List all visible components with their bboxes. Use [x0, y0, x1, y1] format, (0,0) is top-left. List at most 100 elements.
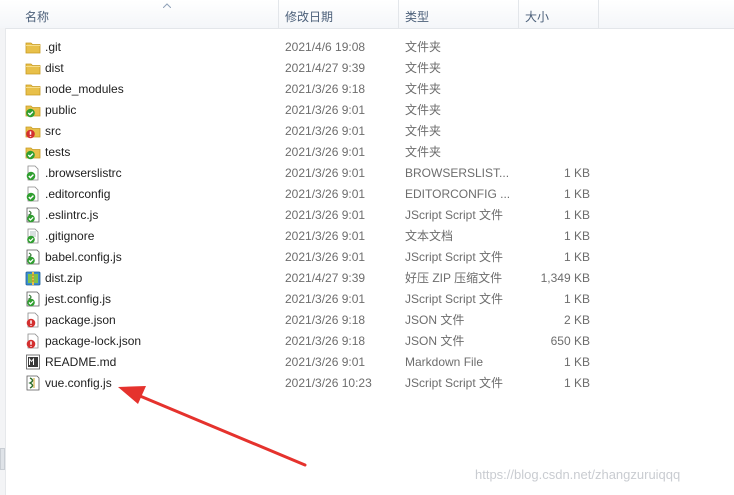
- file-size: 1 KB: [563, 355, 590, 369]
- file-row[interactable]: vue.config.js 2021/3/26 10:23 JScript Scri…: [22, 373, 612, 394]
- file-type: EDITORCONFIG ...: [405, 187, 511, 201]
- column-header-type-label: 类型: [405, 10, 430, 24]
- script-file-sync-ok-icon: [26, 207, 40, 223]
- file-name: src: [45, 124, 61, 138]
- text-file-sync-ok-icon: [27, 228, 39, 244]
- file-name: package-lock.json: [45, 334, 142, 348]
- file-row[interactable]: node_modules 2021/3/26 9:18 文件夹: [22, 79, 612, 100]
- column-header-bar: 名称 修改日期 类型 大小: [0, 0, 734, 29]
- file-type: Markdown File: [405, 355, 484, 369]
- column-header-date-label: 修改日期: [285, 10, 334, 24]
- column-header-size-label: 大小: [525, 10, 550, 24]
- script-file-sync-ok-icon: [26, 291, 40, 307]
- file-modified-date: 2021/3/26 10:23: [285, 376, 372, 390]
- file-row[interactable]: .editorconfig 2021/3/26 9:01 EDITORCONFIG …: [22, 184, 612, 205]
- file-row[interactable]: public 2021/3/26 9:01 文件夹: [22, 100, 612, 121]
- file-size: 1 KB: [563, 208, 590, 222]
- file-row[interactable]: package.json 2021/3/26 9:18 JSON 文件 2 KB: [22, 310, 612, 331]
- file-name: babel.config.js: [45, 250, 122, 264]
- file-row[interactable]: jest.config.js 2021/3/26 9:01 JScript Scri…: [22, 289, 612, 310]
- watermark-text: https://blog.csdn.net/zhangzuruiqqq: [475, 467, 681, 482]
- file-modified-date: 2021/3/26 9:18: [285, 334, 366, 348]
- folder-sync-modified-icon: [25, 126, 41, 139]
- zip-archive-icon: [25, 271, 41, 286]
- folder-icon: [25, 63, 41, 75]
- file-size: 1 KB: [563, 292, 590, 306]
- file-name: node_modules: [45, 82, 124, 96]
- file-row[interactable]: README.md 2021/3/26 9:01 Markdown File 1 KB: [22, 352, 612, 373]
- file-type: JScript Script 文件: [405, 250, 504, 264]
- file-name: dist: [45, 61, 64, 75]
- file-modified-date: 2021/3/26 9:01: [285, 355, 366, 369]
- file-size: 1 KB: [563, 229, 590, 243]
- annotation-arrow-shaft: [138, 394, 307, 467]
- file-size: 1 KB: [563, 376, 590, 390]
- file-name: .eslintrc.js: [45, 208, 99, 222]
- file-name: jest.config.js: [45, 292, 112, 306]
- folder-icon: [25, 42, 41, 54]
- file-sync-ok-icon: [26, 165, 39, 181]
- column-header-name[interactable]: 名称: [19, 0, 279, 28]
- file-row[interactable]: package-lock.json 2021/3/26 9:18 JSON 文件 65…: [22, 331, 612, 352]
- folder-sync-ok-icon: [25, 147, 41, 160]
- file-type: JSON 文件: [405, 334, 465, 348]
- file-row[interactable]: .browserslistrc 2021/3/26 9:01 BROWSERSLIS…: [22, 163, 612, 184]
- column-header-type[interactable]: 类型: [399, 0, 519, 28]
- file-modified-date: 2021/3/26 9:01: [285, 187, 366, 201]
- file-modified-date: 2021/3/26 9:01: [285, 124, 366, 138]
- file-name: README.md: [45, 355, 117, 369]
- file-modified-date: 2021/3/26 9:01: [285, 250, 366, 264]
- file-name: .browserslistrc: [45, 166, 122, 180]
- file-type: 文件夹: [405, 40, 442, 54]
- file-sync-modified-icon: [26, 333, 39, 349]
- file-row[interactable]: .git 2021/4/6 19:08 文件夹: [22, 37, 612, 58]
- file-row[interactable]: src 2021/3/26 9:01 文件夹: [22, 121, 612, 142]
- file-modified-date: 2021/3/26 9:18: [285, 82, 366, 96]
- file-modified-date: 2021/4/27 9:39: [285, 271, 366, 285]
- file-modified-date: 2021/4/6 19:08: [285, 40, 366, 54]
- file-sync-modified-icon: [26, 312, 39, 328]
- file-name: vue.config.js: [45, 376, 112, 390]
- file-modified-date: 2021/3/26 9:01: [285, 208, 366, 222]
- file-type: 文件夹: [405, 124, 442, 138]
- file-row[interactable]: babel.config.js 2021/3/26 9:01 JScript Scr…: [22, 247, 612, 268]
- script-file-sync-ok-icon: [26, 249, 40, 265]
- file-type: JScript Script 文件: [405, 292, 504, 306]
- file-size: 650 KB: [550, 334, 590, 348]
- file-name: dist.zip: [45, 271, 83, 285]
- file-name: .editorconfig: [45, 187, 111, 201]
- file-modified-date: 2021/3/26 9:01: [285, 103, 366, 117]
- file-type: 文本文档: [405, 229, 454, 243]
- sort-ascending-icon: [163, 3, 171, 8]
- column-header-size[interactable]: 大小: [519, 0, 599, 28]
- file-type: 文件夹: [405, 82, 442, 96]
- file-size: 1 KB: [563, 250, 590, 264]
- folder-icon: [25, 84, 41, 96]
- file-row[interactable]: dist 2021/4/27 9:39 文件夹: [22, 58, 612, 79]
- file-size: 1,349 KB: [540, 271, 590, 285]
- file-row[interactable]: .eslintrc.js 2021/3/26 9:01 JScript Script…: [22, 205, 612, 226]
- column-header-date[interactable]: 修改日期: [279, 0, 399, 28]
- file-modified-date: 2021/3/26 9:01: [285, 145, 366, 159]
- file-modified-date: 2021/3/26 9:18: [285, 313, 366, 327]
- file-modified-date: 2021/4/27 9:39: [285, 61, 366, 75]
- file-type: JScript Script 文件: [405, 208, 504, 222]
- file-type: 好压 ZIP 压缩文件: [405, 271, 503, 285]
- file-type: 文件夹: [405, 145, 442, 159]
- column-header-name-label: 名称: [25, 10, 50, 24]
- file-row[interactable]: .gitignore 2021/3/26 9:01 文本文档 1 KB: [22, 226, 612, 247]
- file-row[interactable]: tests 2021/3/26 9:01 文件夹: [22, 142, 612, 163]
- file-size: 1 KB: [563, 166, 590, 180]
- file-sync-ok-icon: [26, 186, 39, 202]
- file-modified-date: 2021/3/26 9:01: [285, 166, 366, 180]
- file-modified-date: 2021/3/26 9:01: [285, 229, 366, 243]
- folder-sync-ok-icon: [25, 105, 41, 118]
- file-type: JSON 文件: [405, 313, 465, 327]
- file-name: .git: [45, 40, 62, 54]
- file-name: .gitignore: [45, 229, 95, 243]
- file-type: 文件夹: [405, 103, 442, 117]
- markdown-file-icon: [26, 354, 40, 370]
- file-type: BROWSERSLIST...: [405, 166, 510, 180]
- left-pane-scrollbar[interactable]: [0, 448, 5, 470]
- file-row[interactable]: dist.zip 2021/4/27 9:39 好压 ZIP 压缩文件 1,349 K…: [22, 268, 612, 289]
